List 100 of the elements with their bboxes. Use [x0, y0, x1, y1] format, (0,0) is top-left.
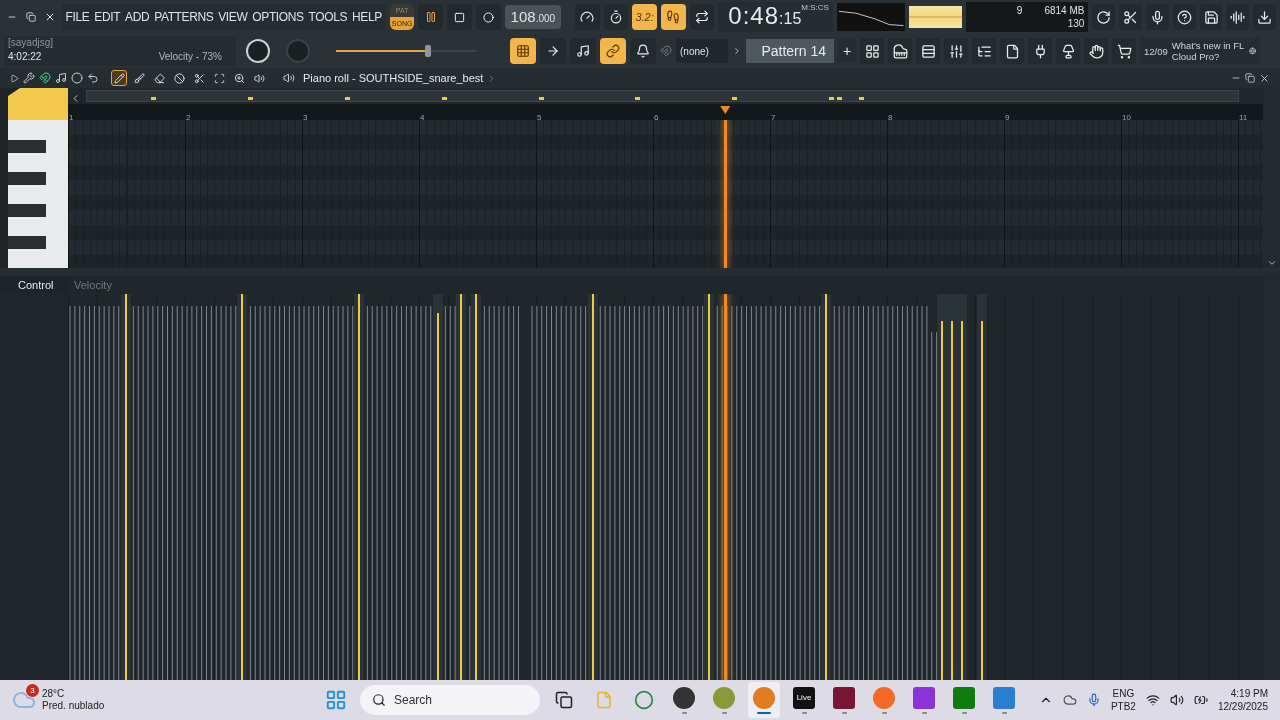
arrow-icon: [546, 44, 560, 58]
news-text: What's new in FL Cloud Pro?: [1171, 40, 1245, 62]
time-display[interactable]: 0:48:15 M:S:CS: [718, 2, 833, 32]
temperature: 28°C: [42, 688, 66, 700]
loop-button[interactable]: [689, 4, 715, 30]
channels-button[interactable]: [916, 38, 940, 64]
brush-icon: [133, 72, 145, 84]
record-icon: [482, 11, 494, 23]
mute-icon: [173, 72, 185, 84]
metronome-button[interactable]: [574, 4, 600, 30]
volume-icon: [1169, 693, 1184, 707]
bar-number: 8: [887, 113, 894, 120]
menu-item[interactable]: EDIT: [94, 10, 121, 24]
browser-button[interactable]: [972, 38, 996, 64]
clock-time: 4:19 PM: [1230, 687, 1268, 700]
record-button[interactable]: [475, 4, 501, 30]
undo-button[interactable]: [1092, 4, 1116, 30]
play-button[interactable]: [418, 4, 444, 30]
snap-button[interactable]: [570, 38, 596, 64]
link-icon: [606, 44, 620, 58]
paint-tool[interactable]: [131, 70, 147, 86]
search-field[interactable]: Search: [360, 685, 540, 715]
clock-date: 12/29/2025: [1217, 700, 1268, 713]
menu-item[interactable]: OPTIONS: [252, 10, 304, 24]
help-icon: [1176, 9, 1192, 25]
draw-tool[interactable]: [111, 70, 127, 86]
bar-number: 7: [770, 113, 777, 120]
snap-selector[interactable]: (none): [676, 39, 728, 63]
plugin-button[interactable]: [1028, 38, 1052, 64]
timer-icon: [608, 10, 623, 24]
playhead-marker[interactable]: [720, 106, 731, 114]
pattern-selector[interactable]: Pattern 14: [746, 39, 834, 63]
download-button[interactable]: [1253, 4, 1276, 30]
mixer-button[interactable]: [944, 38, 968, 64]
taskbar-button[interactable]: Live: [788, 682, 820, 718]
search-icon: [372, 693, 386, 707]
language: ENG: [1112, 687, 1135, 700]
windows-icon: [325, 689, 347, 711]
countdown-button[interactable]: 3.2:: [632, 4, 657, 30]
timeline-ruler[interactable]: 1 2 3 4 5 6 7 8 9 10 11: [68, 104, 1263, 120]
cut-button[interactable]: [1119, 4, 1142, 30]
tempo-field[interactable]: 108.000: [504, 5, 562, 29]
close-icon: [44, 11, 56, 23]
window-title: Piano roll - SOUTHSIDE_snare_best: [303, 72, 484, 84]
bar-number: 5: [536, 113, 543, 120]
download-icon: [1257, 9, 1273, 25]
add-pattern-button[interactable]: +: [838, 39, 856, 63]
audio-icon: [1230, 9, 1246, 25]
piano-button[interactable]: [888, 38, 912, 64]
save-icon: [1203, 9, 1219, 25]
bar-number: 9: [1004, 113, 1011, 120]
control-label: Control: [17, 278, 54, 293]
mic-button[interactable]: [1146, 4, 1169, 30]
bar-number: 2: [185, 113, 192, 120]
menu-item[interactable]: HELP: [352, 10, 382, 24]
rows-icon: [920, 43, 936, 59]
menu-item[interactable]: FILE: [65, 10, 90, 24]
timer-button[interactable]: [603, 4, 629, 30]
bar-number: 6: [653, 113, 660, 120]
parameter-label: Velocity: [73, 278, 113, 291]
hand-icon: [1088, 43, 1104, 59]
pencil-icon: [113, 72, 125, 84]
note-icon: [55, 72, 67, 84]
help-button[interactable]: [1172, 4, 1196, 30]
microphone-icon: [1149, 9, 1165, 25]
eraser-icon: [153, 72, 165, 84]
mute-tool[interactable]: [171, 70, 187, 86]
speaker-icon: [253, 72, 265, 84]
playlist-button[interactable]: [510, 38, 536, 64]
magnet-icon: [39, 72, 51, 84]
slider-thumb[interactable]: [425, 45, 432, 57]
task-view-icon: [555, 691, 573, 709]
weather-condition: Pred. nublado: [42, 700, 105, 712]
piano-keyboard[interactable]: [8, 120, 68, 268]
hint-message: Velocity - 73%: [158, 51, 222, 64]
save-button[interactable]: [1199, 4, 1223, 30]
playlist-button[interactable]: [860, 38, 884, 64]
menu-item[interactable]: ADD: [125, 10, 150, 24]
file-icon: [1004, 43, 1020, 59]
file-button[interactable]: [1000, 38, 1024, 64]
bell-button[interactable]: [630, 38, 656, 64]
step-button[interactable]: [660, 4, 686, 30]
link-button[interactable]: [600, 38, 626, 64]
stop-button[interactable]: [447, 4, 472, 30]
restore-button[interactable]: [23, 9, 39, 25]
cart-button[interactable]: [1112, 38, 1136, 64]
battery-icon: [1193, 693, 1208, 707]
menu-item[interactable]: PATTERNS: [154, 10, 214, 24]
hand-button[interactable]: [1084, 38, 1108, 64]
volume-knob[interactable]: [246, 39, 270, 63]
lamp-button[interactable]: [1056, 38, 1080, 64]
menu-item[interactable]: VIEW: [218, 10, 248, 24]
bar-number: 10: [1121, 113, 1132, 120]
keyboard-corner[interactable]: [8, 88, 68, 120]
close-icon: [1259, 72, 1270, 84]
menu-item[interactable]: TOOLS: [308, 10, 348, 24]
app-icon: [913, 686, 935, 709]
save-audio-button[interactable]: [1226, 4, 1250, 30]
lamp-icon: [1060, 43, 1076, 59]
arrow-button[interactable]: [540, 38, 566, 64]
